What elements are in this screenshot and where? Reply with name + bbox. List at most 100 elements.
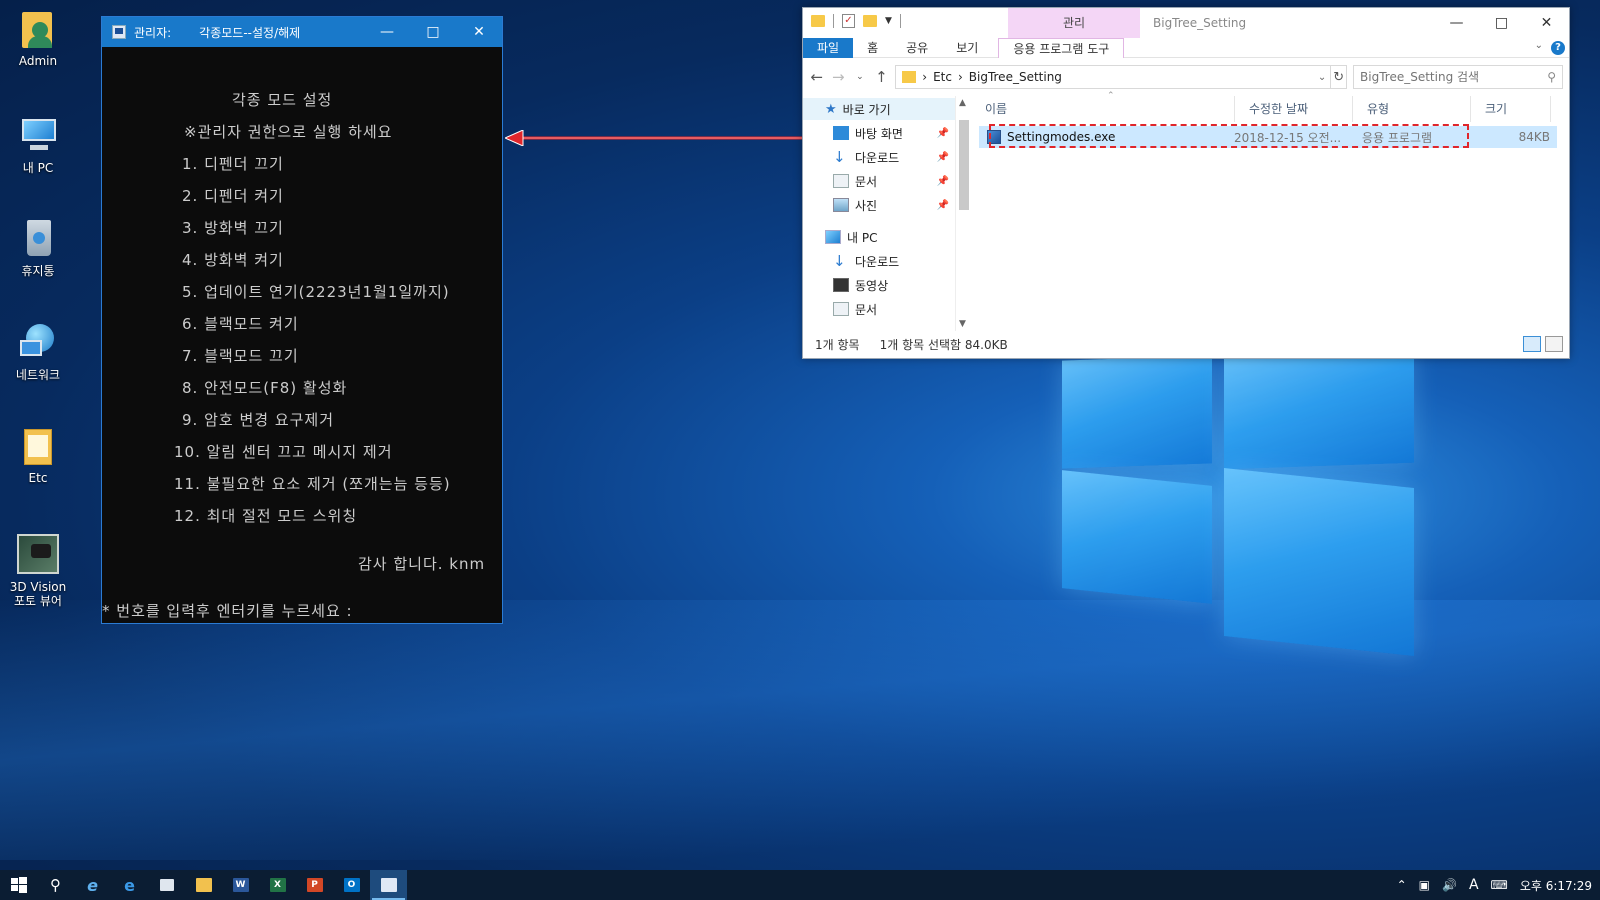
nav-quick-access[interactable]: ★ 바로 가기 [803, 98, 955, 120]
nav-pc-downloads[interactable]: ↓ 다운로드 [803, 250, 955, 272]
scroll-thumb[interactable] [959, 120, 969, 210]
nav-this-pc[interactable]: 내 PC [803, 226, 955, 248]
maximize-button[interactable]: □ [410, 17, 456, 47]
quick-access-toolbar: ✓ ▼ [811, 14, 901, 28]
console-title-prefix: 관리자: [134, 25, 172, 40]
column-name[interactable]: 이름 [971, 96, 1235, 122]
column-headers: 이름 수정한 날짜 유형 크기 [971, 96, 1569, 122]
console-window[interactable]: 관리자: 각종모드--설정/해제 — □ ✕ 각종 모드 설정 ※관리자 권한으… [101, 16, 503, 624]
maximize-icon: □ [426, 24, 440, 40]
console-heading: 각종 모드 설정 [232, 91, 333, 109]
tab-file[interactable]: 파일 [803, 37, 854, 58]
menu-item: 2. 디펜더 켜기 [182, 187, 284, 205]
desktop-icon-3d-vision[interactable]: 3D Vision 포토 뷰어 [4, 532, 72, 608]
file-explorer-window[interactable]: ✓ ▼ 관리 BigTree_Setting — □ ✕ 파일 홈 공유 보기 … [802, 7, 1570, 359]
close-button[interactable]: ✕ [456, 17, 502, 47]
download-icon: ↓ [833, 148, 846, 166]
desktop-icon-etc[interactable]: Etc [4, 427, 72, 485]
console-notice: ※관리자 권한으로 실행 하세요 [184, 123, 393, 141]
console-thanks: 감사 합니다. knm [358, 555, 486, 573]
address-dropdown-icon[interactable]: ⌄ [1318, 72, 1326, 83]
forward-arrow-icon[interactable]: → [831, 68, 847, 86]
explorer-close-button[interactable]: ✕ [1524, 8, 1569, 38]
scroll-down-icon[interactable]: ▼ [959, 319, 966, 329]
search-input[interactable] [1360, 70, 1548, 84]
breadcrumb-item[interactable]: Etc [933, 70, 952, 84]
taskbar-edge[interactable]: e [111, 870, 148, 900]
status-bar: 1개 항목 1개 항목 선택함 84.0KB [803, 330, 1569, 358]
console-titlebar[interactable]: 관리자: 각종모드--설정/해제 — □ ✕ [102, 17, 502, 47]
nav-item-downloads[interactable]: ↓ 다운로드 📌 [803, 146, 955, 168]
show-hidden-icons-icon[interactable]: ⌃ [1397, 878, 1407, 892]
taskbar-file-explorer[interactable] [185, 870, 222, 900]
search-box[interactable]: ⚲ [1353, 65, 1564, 89]
nav-pc-documents[interactable]: 문서 [803, 298, 955, 320]
explorer-titlebar[interactable]: ✓ ▼ 관리 BigTree_Setting — □ ✕ [803, 8, 1569, 38]
minimize-button[interactable]: — [364, 17, 410, 47]
keyboard-icon[interactable]: ⌨ [1491, 878, 1508, 892]
new-folder-icon[interactable] [863, 15, 877, 27]
taskbar-store[interactable] [148, 870, 185, 900]
network-icon[interactable]: ▣ [1419, 878, 1430, 892]
desktop-icon-label: 내 PC [22, 161, 54, 175]
search-icon: ⚲ [1547, 70, 1557, 84]
up-arrow-icon[interactable]: ↑ [874, 68, 890, 86]
properties-icon[interactable]: ✓ [842, 14, 855, 28]
console-prompt: * 번호를 입력후 엔터키를 누르세요 : [102, 602, 353, 620]
breadcrumb-item[interactable]: BigTree_Setting [969, 70, 1062, 84]
nav-scrollbar[interactable]: ▲ ▼ [955, 96, 971, 331]
large-icons-view-button[interactable] [1545, 336, 1563, 352]
nav-item-documents[interactable]: 문서 📌 [803, 170, 955, 192]
taskbar-powerpoint[interactable]: P [296, 870, 333, 900]
recycle-bin-icon [18, 218, 58, 258]
start-button[interactable] [0, 870, 37, 900]
tab-application-tools[interactable]: 응용 프로그램 도구 [998, 37, 1125, 58]
tab-share[interactable]: 공유 [892, 38, 942, 58]
video-icon [833, 278, 849, 292]
menu-item: 1. 디펜더 끄기 [182, 155, 284, 173]
tab-view[interactable]: 보기 [942, 38, 992, 58]
taskbar-outlook[interactable]: O [333, 870, 370, 900]
console-output[interactable]: 각종 모드 설정 ※관리자 권한으로 실행 하세요 1. 디펜더 끄기 2. 디… [102, 47, 502, 623]
desktop-icon-network[interactable]: 네트워크 [4, 322, 72, 383]
windows-logo-wallpaper [1052, 348, 1432, 670]
help-icon[interactable]: ? [1551, 41, 1565, 55]
back-arrow-icon[interactable]: ← [809, 68, 825, 86]
column-type[interactable]: 유형 [1353, 96, 1471, 122]
desktop-icon-recycle-bin[interactable]: 휴지통 [4, 218, 72, 279]
column-date-modified[interactable]: 수정한 날짜 [1235, 96, 1353, 122]
nav-item-pictures[interactable]: 사진 📌 [803, 194, 955, 216]
ime-mode-icon[interactable]: A [1469, 877, 1479, 893]
explorer-minimize-button[interactable]: — [1434, 8, 1479, 38]
details-view-button[interactable] [1523, 336, 1541, 352]
tab-home[interactable]: 홈 [853, 38, 892, 58]
refresh-button[interactable]: ↻ [1331, 65, 1348, 89]
recent-locations-icon[interactable]: ⌄ [852, 72, 868, 82]
menu-item: 7. 블랙모드 끄기 [182, 347, 299, 365]
pictures-icon [833, 198, 849, 212]
taskbar-ie[interactable]: e [74, 870, 111, 900]
desktop-icon-this-pc[interactable]: 내 PC [4, 115, 72, 176]
nav-pc-videos[interactable]: 동영상 [803, 274, 955, 296]
refresh-icon: ↻ [1333, 69, 1345, 85]
manage-contextual-tab[interactable]: 관리 [1008, 8, 1140, 38]
scroll-up-icon[interactable]: ▲ [959, 98, 966, 108]
taskbar-excel[interactable]: X [259, 870, 296, 900]
expand-ribbon-icon[interactable]: ⌄ [1535, 40, 1543, 51]
address-bar[interactable]: › Etc › BigTree_Setting ⌄ [895, 65, 1332, 89]
computer-icon [18, 115, 58, 155]
document-icon [833, 302, 849, 316]
folder-icon[interactable] [811, 15, 825, 27]
taskbar-console[interactable] [370, 870, 407, 900]
search-button[interactable]: ⚲ [37, 870, 74, 900]
taskbar-word[interactable]: W [222, 870, 259, 900]
customize-dropdown-icon[interactable]: ▼ [885, 16, 892, 26]
column-size[interactable]: 크기 [1471, 96, 1551, 122]
nav-item-desktop[interactable]: 바탕 화면 📌 [803, 122, 955, 144]
explorer-maximize-button[interactable]: □ [1479, 8, 1524, 38]
desktop-icon-admin[interactable]: Admin [4, 10, 72, 68]
outlook-icon: O [343, 878, 360, 892]
clock[interactable]: 오후 6:17:29 [1520, 877, 1592, 894]
menu-item: 6. 블랙모드 켜기 [182, 315, 299, 333]
volume-icon[interactable]: 🔊 [1442, 878, 1457, 892]
